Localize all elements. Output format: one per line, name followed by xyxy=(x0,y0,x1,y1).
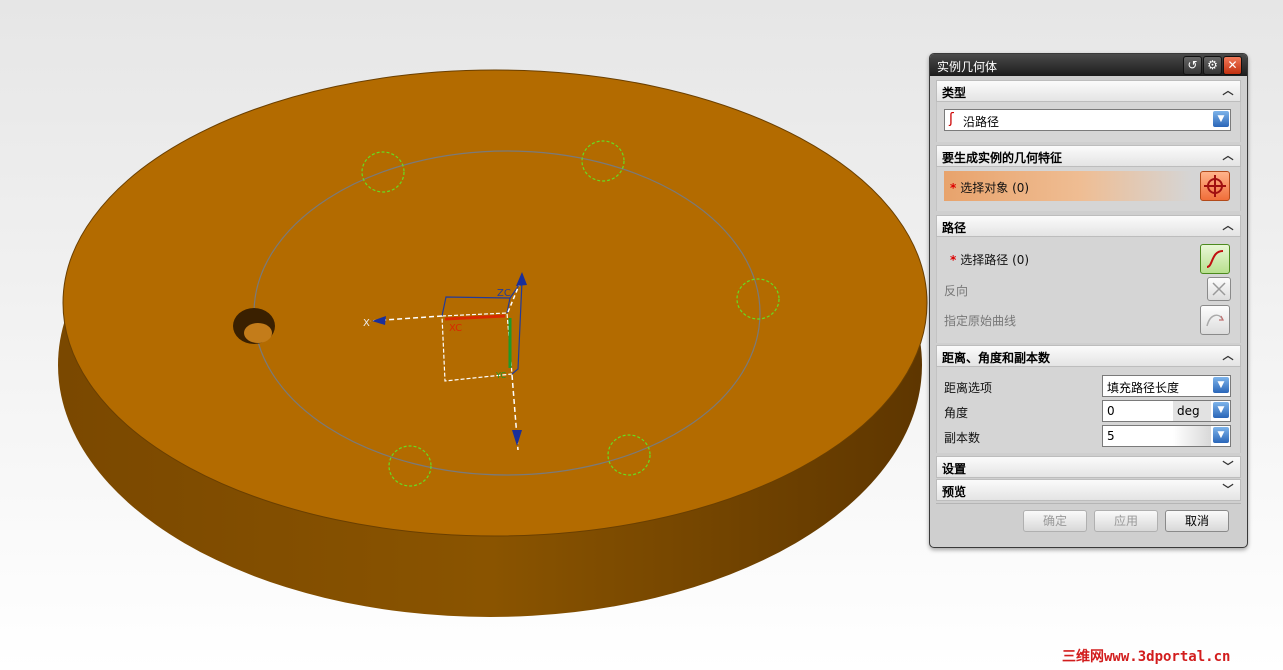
select-object-row[interactable]: * 选择对象 (0) xyxy=(944,171,1192,201)
chevron-down-icon[interactable]: ﹀ xyxy=(1220,458,1236,474)
section-settings-title: 设置 xyxy=(942,462,967,476)
select-object-label: * 选择对象 (0) xyxy=(950,179,1029,196)
angle-label: 角度 xyxy=(944,406,969,420)
section-geometry-title: 要生成实例的几何特征 xyxy=(942,151,1063,165)
watermark: 三维网www.3dportal.cn xyxy=(1062,649,1231,665)
origin-curve-icon[interactable] xyxy=(1200,305,1230,335)
section-geometry-header[interactable]: 要生成实例的几何特征 ︿ xyxy=(936,145,1241,167)
reverse-label: 反向 xyxy=(944,284,969,298)
select-path-text: 选择路径 (0) xyxy=(960,253,1030,267)
section-type-title: 类型 xyxy=(942,86,967,100)
section-geometry-body: * 选择对象 (0) xyxy=(936,167,1241,211)
section-type-body: ʃ 沿路径 ▼ xyxy=(936,102,1241,142)
path-curve-icon: ʃ xyxy=(949,111,954,127)
type-select[interactable]: ʃ 沿路径 ▼ xyxy=(944,109,1231,131)
close-icon[interactable]: ✕ xyxy=(1223,56,1242,75)
required-mark: * xyxy=(950,181,957,195)
chevron-down-icon[interactable]: ▼ xyxy=(1213,111,1229,127)
triad-xc-label: XC xyxy=(449,323,462,334)
copies-label: 副本数 xyxy=(944,431,981,445)
apply-button[interactable]: 应用 xyxy=(1094,510,1158,532)
arrow-down-icon[interactable]: ▼ xyxy=(1213,427,1229,443)
distance-option-label: 距离选项 xyxy=(944,381,993,395)
chevron-up-icon[interactable]: ︿ xyxy=(1220,82,1236,98)
section-path-title: 路径 xyxy=(942,221,967,235)
section-distance-body: 距离选项 填充路径长度 ▼ 角度 0 deg ▼ 副本数 5 ▼ xyxy=(936,367,1241,453)
angle-input[interactable]: 0 deg ▼ xyxy=(1102,400,1231,422)
triad-x-label: X xyxy=(363,318,370,329)
chevron-up-icon[interactable]: ︿ xyxy=(1220,147,1236,163)
section-distance-title: 距离、角度和副本数 xyxy=(942,351,1051,365)
distance-option-select[interactable]: 填充路径长度 ▼ xyxy=(1102,375,1231,397)
section-settings-header[interactable]: 设置 ﹀ xyxy=(936,456,1241,478)
chevron-down-icon[interactable]: ﹀ xyxy=(1220,481,1236,497)
chevron-up-icon[interactable]: ︿ xyxy=(1220,217,1236,233)
section-path-header[interactable]: 路径 ︿ xyxy=(936,215,1241,237)
section-type-header[interactable]: 类型 ︿ xyxy=(936,80,1241,102)
reset-icon[interactable]: ↺ xyxy=(1183,56,1202,75)
select-path-icon[interactable] xyxy=(1200,244,1230,274)
section-path-body: * 选择路径 (0) 反向 指定原始曲线 xyxy=(936,237,1241,343)
disc-part[interactable]: X XC ZC YC xyxy=(58,69,928,617)
gear-icon[interactable]: ⚙ xyxy=(1203,56,1222,75)
triad-yc-label: YC xyxy=(495,371,506,380)
ok-button[interactable]: 确定 xyxy=(1023,510,1087,532)
chevron-down-icon[interactable]: ▼ xyxy=(1213,377,1229,393)
select-object-text: 选择对象 (0) xyxy=(960,181,1030,195)
disc-top-face[interactable] xyxy=(62,69,928,537)
chevron-up-icon[interactable]: ︿ xyxy=(1220,347,1236,363)
crosshair-select-icon[interactable] xyxy=(1200,171,1230,201)
dialog-title: 实例几何体 xyxy=(937,60,998,74)
section-distance-header[interactable]: 距离、角度和副本数 ︿ xyxy=(936,345,1241,367)
reverse-direction-icon[interactable] xyxy=(1207,277,1231,301)
section-preview-header[interactable]: 预览 ﹀ xyxy=(936,479,1241,501)
copies-input[interactable]: 5 ▼ xyxy=(1102,425,1231,447)
arrow-down-icon[interactable]: ▼ xyxy=(1213,402,1229,418)
required-mark: * xyxy=(950,253,957,267)
copies-value: 5 xyxy=(1107,429,1115,443)
angle-unit: deg xyxy=(1177,404,1200,418)
instance-geometry-dialog[interactable]: 实例几何体 ↺ ⚙ ✕ 类型 ︿ ʃ 沿路径 ▼ 要生成实例的几何特征 ︿ * 选… xyxy=(929,53,1248,548)
distance-option-value: 填充路径长度 xyxy=(1107,381,1180,395)
angle-value: 0 xyxy=(1107,404,1115,418)
select-path-label[interactable]: * 选择路径 (0) xyxy=(950,251,1029,268)
triad-zc-label: ZC xyxy=(497,288,511,299)
section-preview-title: 预览 xyxy=(942,485,967,499)
type-select-value: 沿路径 xyxy=(963,115,1000,129)
cancel-button[interactable]: 取消 xyxy=(1165,510,1229,532)
dialog-titlebar[interactable]: 实例几何体 ↺ ⚙ ✕ xyxy=(930,54,1247,76)
origin-curve-label: 指定原始曲线 xyxy=(944,314,1017,328)
